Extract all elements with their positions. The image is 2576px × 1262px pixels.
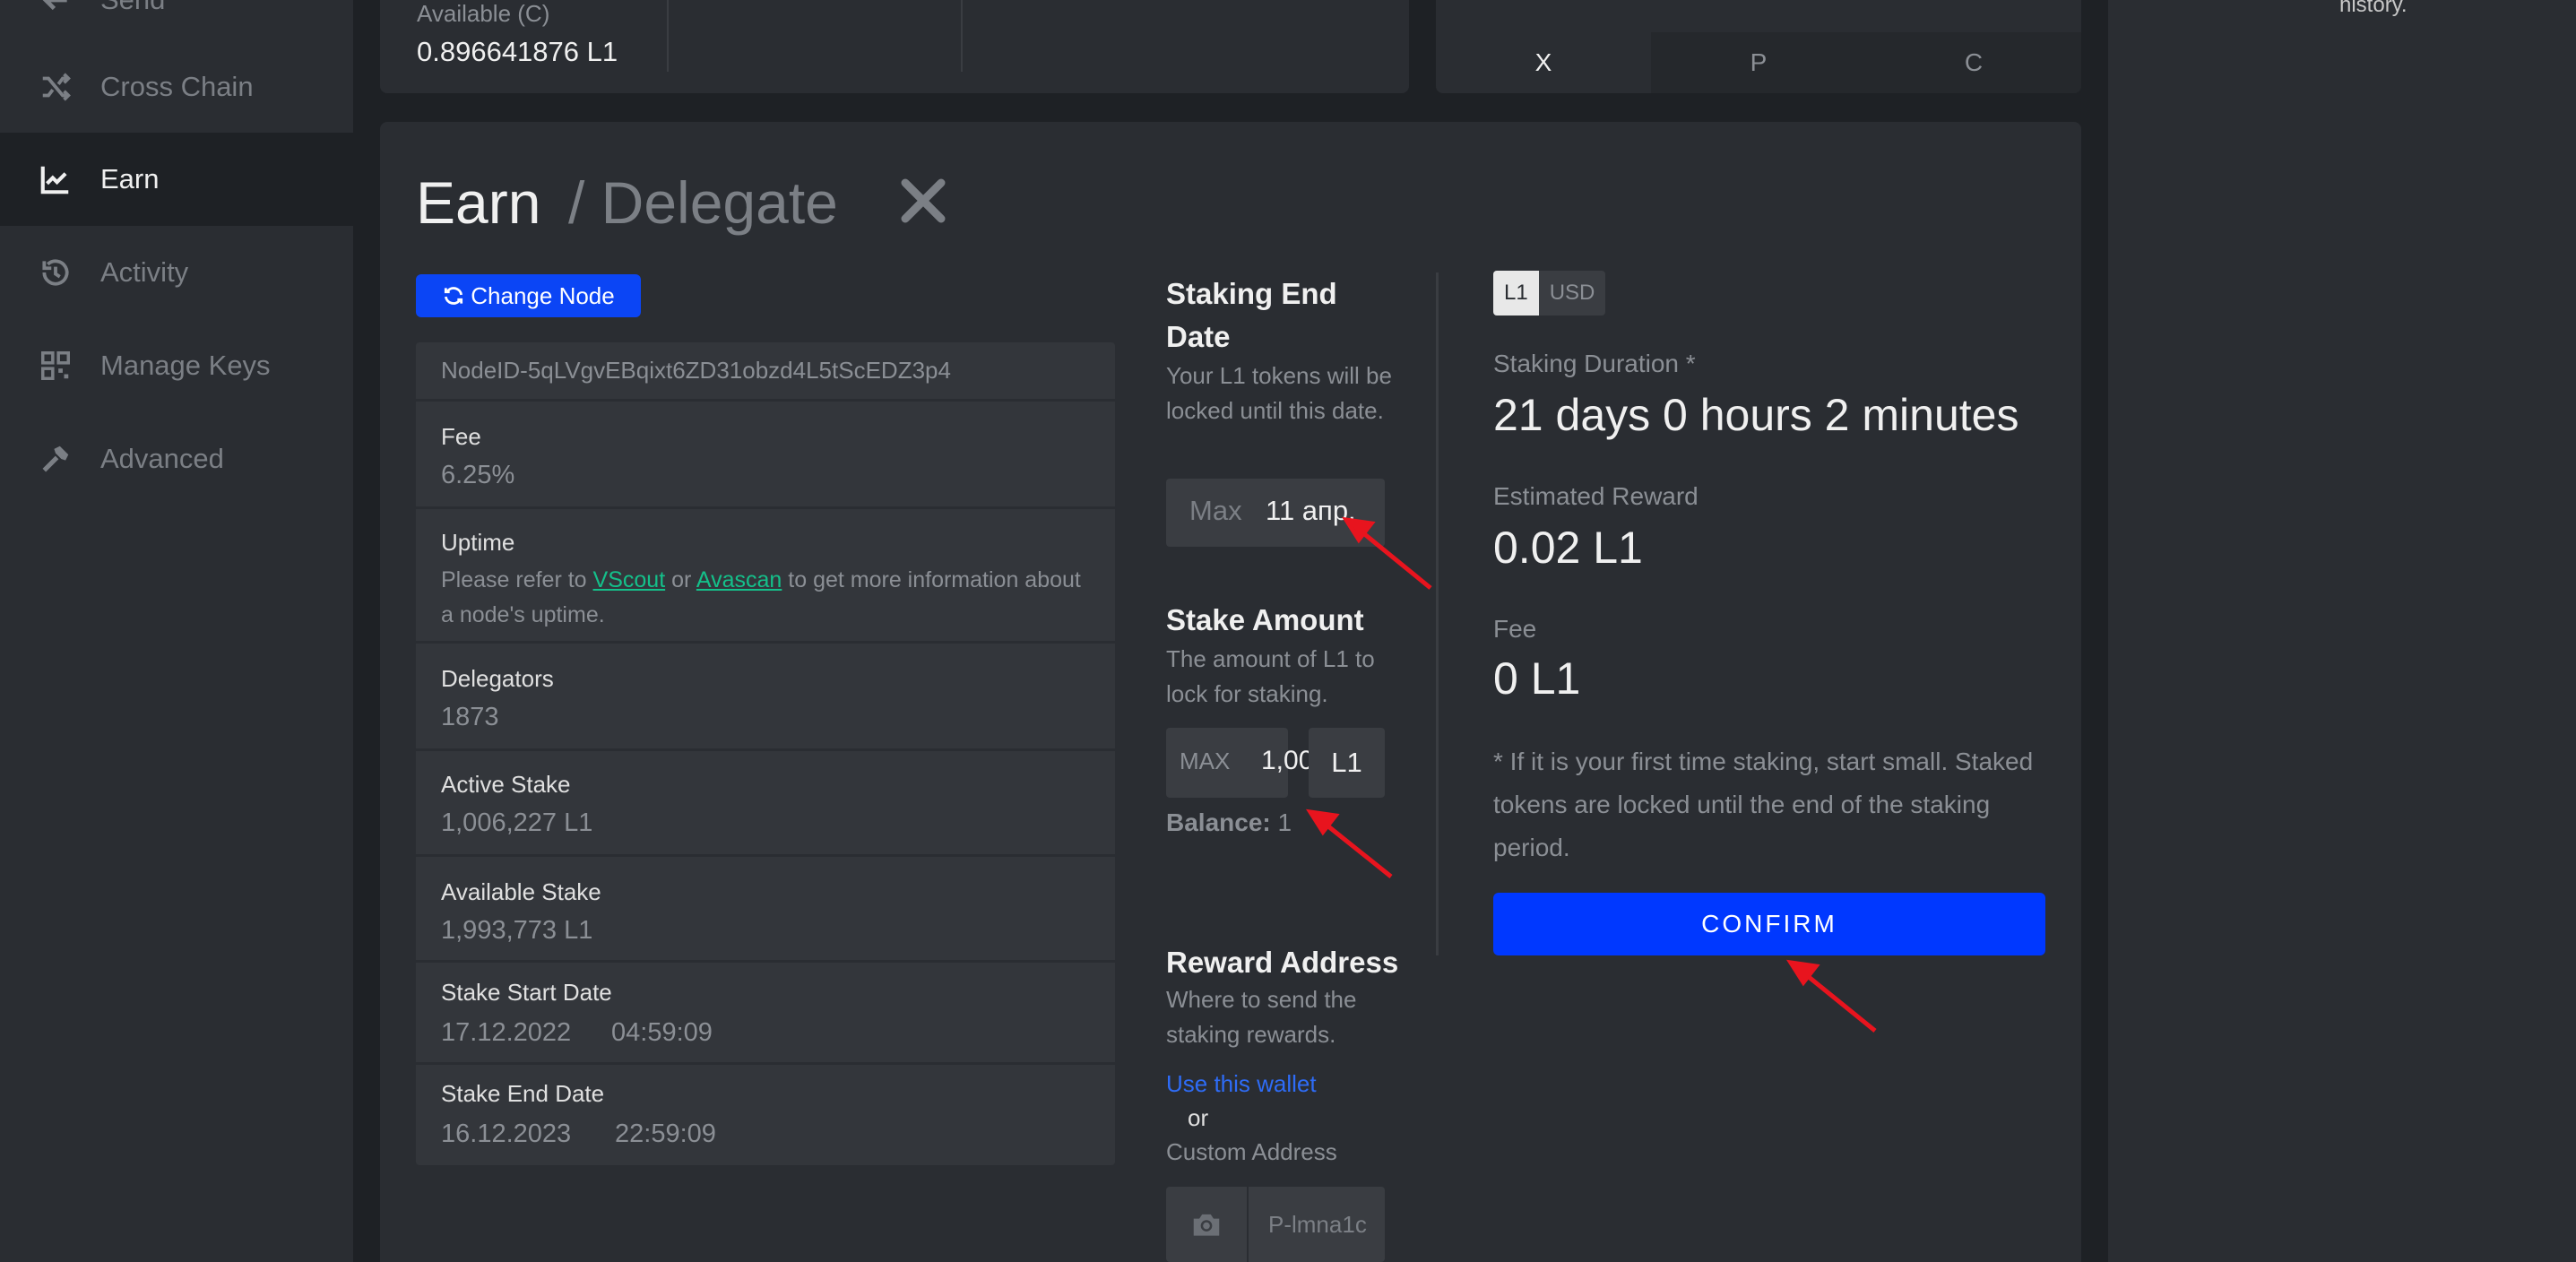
tab-x[interactable]: X — [1436, 32, 1651, 93]
estimated-reward-label: Estimated Reward — [1493, 482, 1699, 510]
send-icon — [38, 0, 73, 18]
qr-scan-button[interactable] — [1166, 1187, 1247, 1262]
history-icon — [38, 255, 73, 290]
fee-value: 6.25% — [441, 461, 515, 489]
duration-label: Staking Duration * — [1493, 350, 1696, 377]
avascan-link[interactable]: Avascan — [696, 567, 782, 592]
divider — [961, 0, 963, 72]
fee-summary-label: Fee — [1493, 615, 1537, 643]
stake-start-label: Stake Start Date — [441, 979, 612, 1006]
change-node-label: Change Node — [471, 281, 615, 309]
sidebar-item-cross-chain[interactable]: Cross Chain — [0, 40, 353, 134]
confirm-button[interactable]: CONFIRM — [1493, 893, 2045, 955]
uptime-text: Please refer to VScout or Avascan to get… — [441, 563, 1095, 633]
sidebar-item-advanced[interactable]: Advanced — [0, 412, 353, 506]
currency-l1[interactable]: L1 — [1493, 271, 1539, 316]
available-label: Available (C) — [417, 0, 550, 27]
hammer-icon — [38, 441, 73, 477]
page-subtitle: / Delegate — [568, 169, 838, 236]
delegators-value: 1873 — [441, 703, 499, 731]
close-icon[interactable] — [898, 176, 948, 226]
custom-address-label: Custom Address — [1166, 1138, 1337, 1165]
node-id: NodeID-5qLVgvEBqixt6ZD31obzd4L5tScEDZ3p4 — [441, 357, 951, 384]
stake-amount-heading: Stake Amount — [1166, 603, 1364, 636]
active-stake-row — [416, 751, 1115, 857]
use-this-wallet-link[interactable]: Use this wallet — [1166, 1070, 1317, 1098]
active-stake-value: 1,006,227 L1 — [441, 808, 593, 837]
vscout-link[interactable]: VScout — [593, 567, 666, 592]
stake-end-time: 22:59:09 — [615, 1119, 716, 1148]
sidebar-item-earn[interactable]: Earn — [0, 133, 353, 226]
sidebar-item-label: Manage Keys — [100, 350, 271, 381]
tab-p[interactable]: P — [1651, 32, 1866, 93]
active-stake-label: Active Stake — [441, 771, 571, 798]
stake-start-time: 04:59:09 — [611, 1018, 713, 1047]
staking-end-heading: Staking End Date — [1166, 272, 1337, 359]
balance-value: 1 — [1277, 808, 1292, 836]
sidebar-item-manage-keys[interactable]: Manage Keys — [0, 319, 353, 412]
sidebar-item-label: Send — [100, 0, 165, 16]
stake-end-date: 16.12.2023 — [441, 1119, 572, 1148]
available-stake-label: Available Stake — [441, 878, 601, 905]
reward-address-heading: Reward Address — [1166, 946, 1399, 979]
staking-disclaimer: * If it is your first time staking, star… — [1493, 748, 2034, 861]
column-divider — [1436, 272, 1439, 955]
currency-usd[interactable]: USD — [1539, 271, 1606, 316]
heading-line: Staking End — [1166, 277, 1337, 310]
fee-row — [416, 402, 1115, 509]
history-text: history. — [2339, 0, 2407, 17]
duration-value: 21 days 0 hours 2 minutes — [1493, 390, 2019, 440]
divider — [667, 0, 669, 72]
change-node-button[interactable]: Change Node — [416, 274, 641, 317]
chart-line-icon — [38, 161, 73, 197]
currency-toggle[interactable]: L1 USD — [1493, 271, 1606, 316]
camera-icon — [1193, 1214, 1220, 1236]
sidebar-item-label: Cross Chain — [100, 71, 254, 102]
page-title: Earn — [416, 169, 541, 236]
estimated-reward-value: 0.02 L1 — [1493, 523, 1643, 573]
stake-amount-value[interactable]: 1,000 — [1261, 746, 1311, 776]
available-value: 0.896641876 L1 — [417, 36, 618, 67]
sidebar-item-label: Activity — [100, 256, 189, 288]
custom-address-input[interactable]: P-lmna1c — [1249, 1187, 1385, 1262]
available-stake-row — [416, 857, 1115, 963]
right-panel — [2108, 0, 2576, 1262]
chain-tabs-card: X P C — [1436, 0, 2081, 93]
balance-label: Balance: — [1166, 808, 1271, 836]
sidebar-item-activity[interactable]: Activity — [0, 226, 353, 319]
delegators-row — [416, 644, 1115, 751]
balance-text: Balance: 1 — [1166, 808, 1292, 837]
stake-end-label: Stake End Date — [441, 1080, 605, 1107]
stake-start-date: 17.12.2022 — [441, 1018, 572, 1047]
sidebar-item-label: Advanced — [100, 443, 224, 474]
tab-c[interactable]: C — [1866, 32, 2081, 93]
delegators-label: Delegators — [441, 665, 554, 692]
stake-amount-description: The amount of L1 to lock for staking. — [1166, 645, 1375, 707]
fee-summary-value: 0 L1 — [1493, 653, 1581, 704]
uptime-label: Uptime — [441, 529, 515, 556]
amount-unit: L1 — [1309, 728, 1385, 798]
shuffle-icon — [38, 69, 73, 105]
reward-address-description: Where to send the staking rewards. — [1166, 986, 1357, 1048]
uptime-text-part: Please refer to — [441, 567, 593, 592]
amount-max-button[interactable]: MAX — [1180, 748, 1230, 775]
staking-end-description: Your L1 tokens will be locked until this… — [1166, 362, 1392, 424]
heading-line: Date — [1166, 320, 1231, 353]
available-stake-value: 1,993,773 L1 — [441, 916, 593, 945]
uptime-text-part: or — [665, 567, 696, 592]
qrcode-icon — [38, 348, 73, 384]
fee-label: Fee — [441, 423, 481, 450]
sidebar-item-label: Earn — [100, 163, 160, 194]
refresh-icon — [445, 287, 463, 305]
date-max-button[interactable]: Max — [1189, 495, 1242, 527]
end-date-value[interactable]: 11 апр. — [1266, 495, 1356, 527]
or-label: or — [1188, 1104, 1209, 1131]
